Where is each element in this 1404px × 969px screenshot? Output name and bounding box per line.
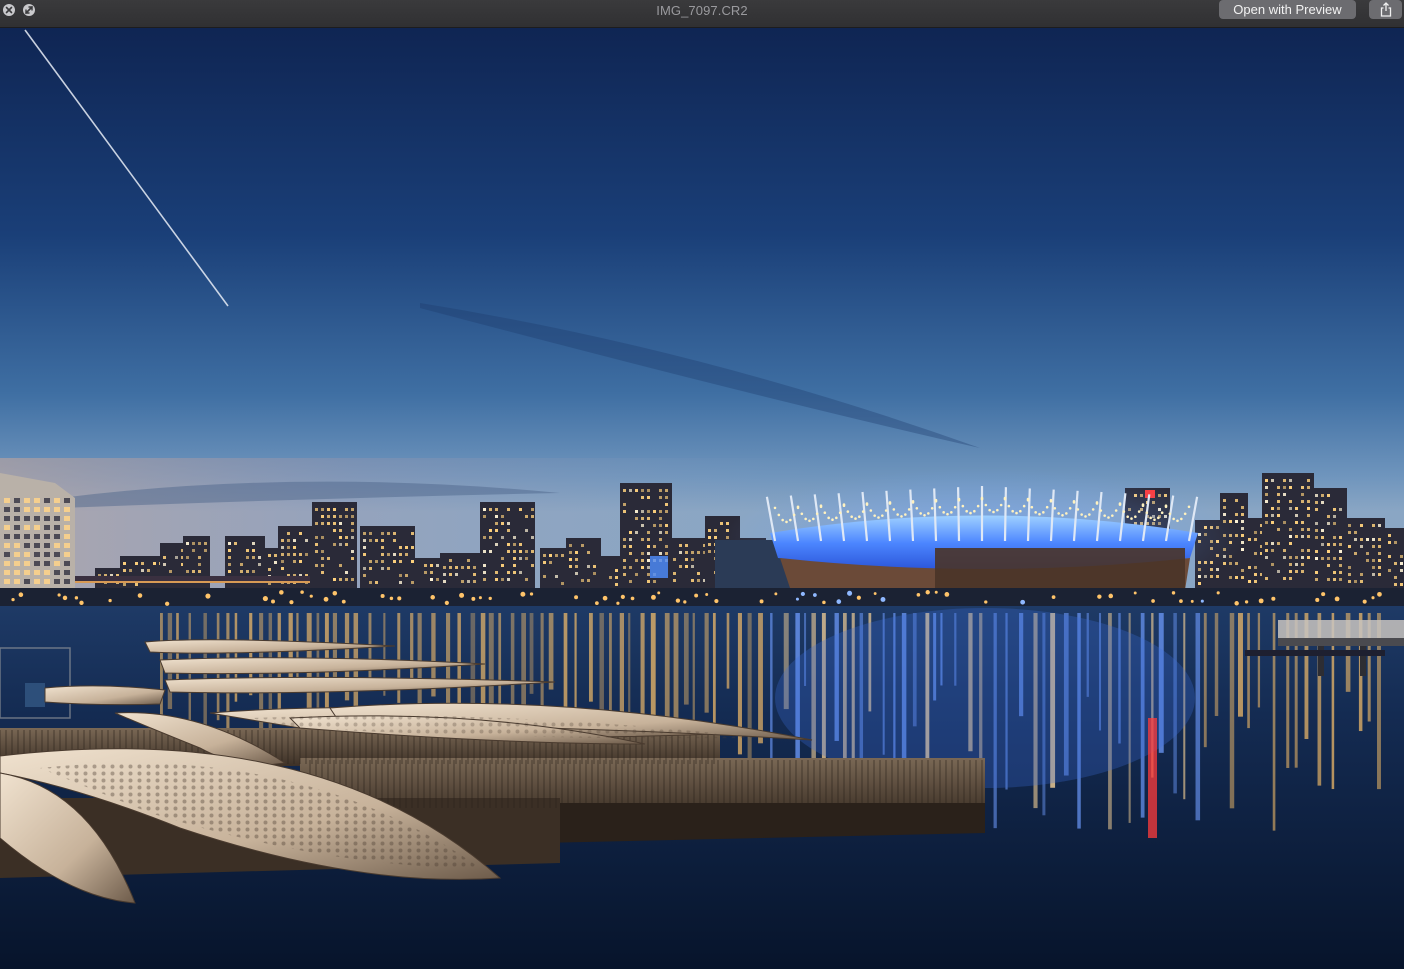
tower [120, 556, 165, 590]
quick-look-window: IMG_7097.CR2 Open with Preview [0, 0, 1404, 969]
tower [415, 558, 440, 590]
tower [1262, 473, 1314, 590]
share-icon [1380, 2, 1391, 17]
open-with-preview-button[interactable]: Open with Preview [1219, 0, 1356, 19]
title-bar: IMG_7097.CR2 Open with Preview [0, 0, 1404, 28]
tower [440, 553, 480, 590]
tower [360, 526, 415, 590]
city-night-photo [0, 28, 1404, 969]
photo-preview [0, 28, 1404, 969]
left-building [0, 473, 75, 588]
shoreline [0, 588, 1404, 608]
bridge-lights [60, 581, 310, 583]
tower [1385, 528, 1404, 590]
share-button[interactable] [1369, 0, 1402, 19]
window-title: IMG_7097.CR2 [656, 3, 748, 18]
